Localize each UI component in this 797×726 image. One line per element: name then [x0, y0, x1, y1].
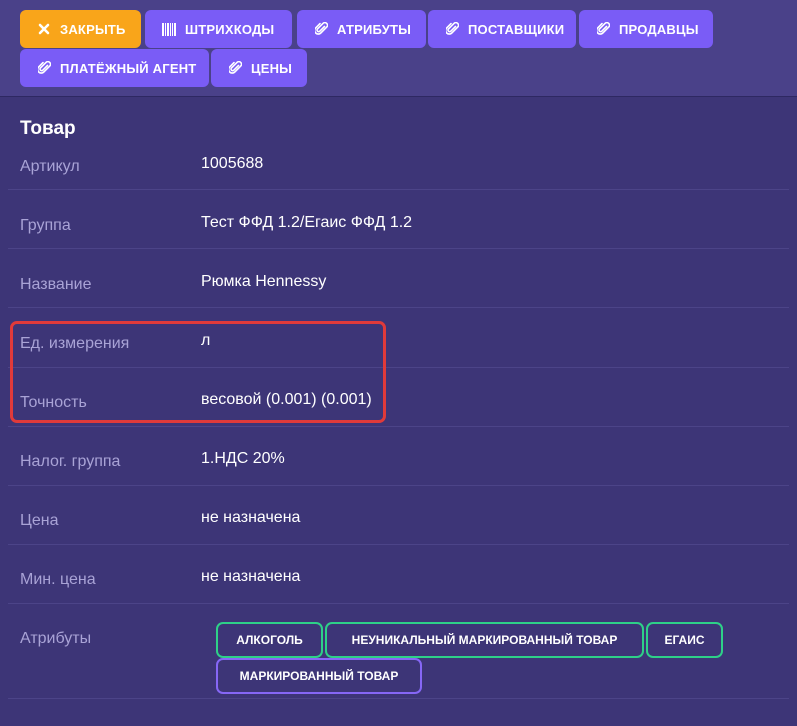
close-icon — [37, 22, 51, 36]
attribute-tag-egais[interactable]: ЕГАИС — [646, 622, 723, 658]
paperclip-icon — [445, 22, 459, 36]
sellers-button-label: ПРОДАВЦЫ — [619, 21, 699, 37]
toolbar: ЗАКРЫТЬ ШТРИХКОДЫ АТРИБУТЫ ПОСТАВЩИКИ ПР… — [0, 0, 797, 97]
prices-button-label: ЦЕНЫ — [251, 60, 293, 76]
payment-agent-button[interactable]: ПЛАТЁЖНЫЙ АГЕНТ — [20, 49, 209, 87]
field-value-article: 1005688 — [201, 155, 264, 172]
barcode-icon — [162, 22, 176, 36]
field-label-tax-group: Налог. группа — [20, 453, 121, 470]
attributes-button-label: АТРИБУТЫ — [337, 21, 412, 37]
section-title: Товар — [20, 118, 76, 139]
field-label-name: Название — [20, 276, 92, 293]
row-divider — [8, 603, 789, 604]
field-value-group: Тест ФФД 1.2/Егаис ФФД 1.2 — [201, 214, 413, 231]
paperclip-icon — [596, 22, 610, 36]
row-divider — [8, 426, 789, 427]
attribute-tag-marked[interactable]: МАРКИРОВАННЫЙ ТОВАР — [216, 658, 422, 694]
field-label-price: Цена — [20, 512, 59, 529]
product-card-window: ЗАКРЫТЬ ШТРИХКОДЫ АТРИБУТЫ ПОСТАВЩИКИ ПР… — [0, 0, 797, 726]
field-label-min-price: Мин. цена — [20, 571, 96, 588]
highlight-box — [10, 321, 386, 423]
product-details: Товар Артикул 1005688 Группа Тест ФФД 1.… — [0, 97, 797, 726]
payment-agent-button-label: ПЛАТЁЖНЫЙ АГЕНТ — [60, 60, 197, 76]
row-divider — [8, 698, 789, 699]
attribute-tag-label: ЕГАИС — [664, 633, 705, 647]
attribute-tag-alcohol[interactable]: АЛКОГОЛЬ — [216, 622, 323, 658]
paperclip-icon — [37, 61, 51, 75]
field-value-name: Рюмка Hennessy — [201, 273, 327, 290]
field-label-article: Артикул — [20, 158, 80, 175]
field-label-group: Группа — [20, 217, 71, 234]
attribute-tag-label: МАРКИРОВАННЫЙ ТОВАР — [239, 669, 399, 683]
field-value-price: не назначена — [201, 509, 301, 526]
close-button[interactable]: ЗАКРЫТЬ — [20, 10, 141, 48]
field-label-attributes: Атрибуты — [20, 630, 92, 647]
attribute-tag-label: НЕУНИКАЛЬНЫЙ МАРКИРОВАННЫЙ ТОВАР — [351, 633, 618, 647]
row-divider — [8, 307, 789, 308]
paperclip-icon — [228, 61, 242, 75]
field-value-min-price: не назначена — [201, 568, 301, 585]
sellers-button[interactable]: ПРОДАВЦЫ — [579, 10, 713, 48]
row-divider — [8, 485, 789, 486]
barcodes-button[interactable]: ШТРИХКОДЫ — [145, 10, 292, 48]
attribute-tag-non-unique-marked[interactable]: НЕУНИКАЛЬНЫЙ МАРКИРОВАННЫЙ ТОВАР — [325, 622, 644, 658]
close-button-label: ЗАКРЫТЬ — [60, 21, 126, 37]
barcodes-button-label: ШТРИХКОДЫ — [185, 21, 275, 37]
suppliers-button-label: ПОСТАВЩИКИ — [468, 21, 565, 37]
field-value-tax-group: 1.НДС 20% — [201, 450, 285, 467]
paperclip-icon — [314, 22, 328, 36]
row-divider — [8, 189, 789, 190]
prices-button[interactable]: ЦЕНЫ — [211, 49, 307, 87]
row-divider — [8, 544, 789, 545]
suppliers-button[interactable]: ПОСТАВЩИКИ — [428, 10, 576, 48]
row-divider — [8, 248, 789, 249]
attributes-button[interactable]: АТРИБУТЫ — [297, 10, 426, 48]
attribute-tag-label: АЛКОГОЛЬ — [236, 633, 303, 647]
